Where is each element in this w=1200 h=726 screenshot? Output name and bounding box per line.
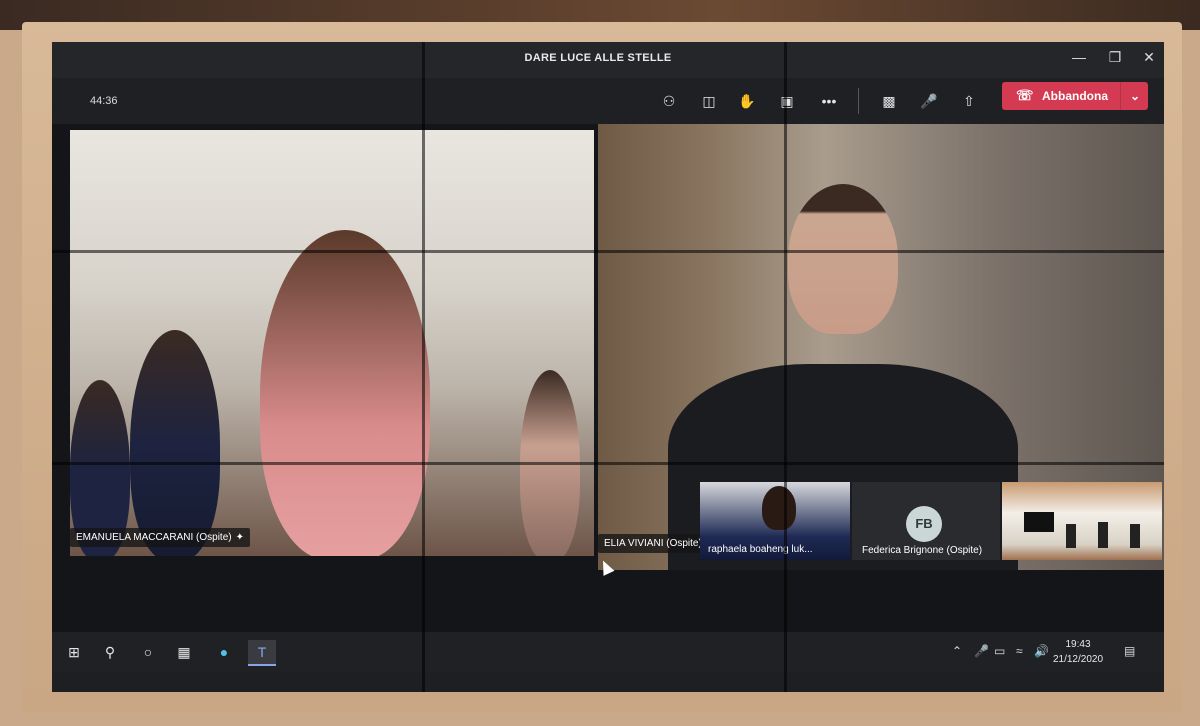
clock-date: 21/12/2020 <box>1052 654 1104 665</box>
window-title: DARE LUCE ALLE STELLE <box>524 52 672 64</box>
video-tile-maccarani[interactable]: EMANUELA MACCARANI (Ospite) ✦ <box>70 130 594 556</box>
participant-face <box>762 486 796 530</box>
tray-microphone-icon[interactable]: 🎤 <box>974 644 989 658</box>
video-wall-seam <box>52 250 1164 253</box>
search-icon[interactable]: ⚲ <box>96 640 124 664</box>
title-bar: DARE LUCE ALLE STELLE — ❐ ✕ <box>52 42 1164 78</box>
phone-hangup-icon: ☏ <box>1016 87 1034 103</box>
toolbar-divider <box>858 88 859 114</box>
raise-hand-icon[interactable]: ✋ <box>734 89 760 113</box>
video-wall-seam <box>422 42 425 692</box>
task-view-icon[interactable]: ▦ <box>170 640 198 664</box>
participant-name-tag: raphaela boaheng luk... <box>704 542 817 557</box>
teams-window: DARE LUCE ALLE STELLE — ❐ ✕ 44:36 ⚇ ◫ ✋ … <box>52 42 1164 692</box>
mini-tile-boaheng[interactable]: raphaela boaheng luk... <box>700 482 850 560</box>
background-figure <box>130 330 220 556</box>
participants-icon[interactable]: ⚇ <box>656 89 682 113</box>
taskbar-clock[interactable]: 19:43 21/12/2020 <box>1048 637 1108 667</box>
person-shape <box>1066 524 1076 548</box>
video-wall-seam <box>784 42 787 692</box>
leave-button-label: Abbandona <box>1042 89 1108 103</box>
participant-name-tag: Federica Brignone (Ospite) <box>858 544 986 557</box>
speaker-figure <box>260 230 430 556</box>
avatar: FB <box>906 506 942 542</box>
leave-button[interactable]: ☏ Abbandona ⌄ <box>1002 82 1148 110</box>
meeting-toolbar: 44:36 ⚇ ◫ ✋ ▣ ••• ▩ 🎤 ⇧ <box>52 78 1164 124</box>
windows-start-icon[interactable]: ⊞ <box>60 640 88 664</box>
call-timer: 44:36 <box>90 95 118 107</box>
mini-tile-room[interactable] <box>1002 482 1162 560</box>
speaker-face <box>788 184 898 334</box>
wifi-icon[interactable]: ≈ <box>1016 644 1023 658</box>
restore-icon[interactable]: ❐ <box>1100 46 1130 68</box>
pin-icon: ✦ <box>235 532 244 543</box>
windows-taskbar: ⊞ ⚲ ○ ▦ ● T ⌃ 🎤 ▭ ≈ 🔊 19:43 21/12/2020 ▤ <box>52 632 1164 672</box>
teams-app-icon[interactable]: T <box>248 640 276 666</box>
participant-name: ELIA VIVIANI (Ospite) <box>604 538 702 549</box>
camera-icon[interactable]: ▩ <box>876 89 902 113</box>
participant-name: Federica Brignone (Ospite) <box>862 545 983 556</box>
clock-time: 19:43 <box>1065 639 1091 650</box>
chevron-down-icon[interactable]: ⌄ <box>1120 82 1149 110</box>
participant-name: EMANUELA MACCARANI (Ospite) <box>76 532 232 543</box>
more-icon[interactable]: ••• <box>816 89 842 113</box>
share-screen-icon[interactable]: ⇧ <box>956 89 982 113</box>
edge-browser-icon[interactable]: ● <box>210 640 238 664</box>
mini-tile-brignone[interactable]: FB Federica Brignone (Ospite) <box>852 482 1000 560</box>
cortana-icon[interactable]: ○ <box>134 640 162 664</box>
minimize-icon[interactable]: — <box>1064 46 1094 68</box>
close-icon[interactable]: ✕ <box>1134 46 1164 68</box>
participant-name: raphaela boaheng luk... <box>708 544 813 555</box>
microphone-icon[interactable]: 🎤 <box>916 89 942 113</box>
person-shape <box>1098 522 1108 548</box>
participant-name-tag: EMANUELA MACCARANI (Ospite) ✦ <box>70 528 250 547</box>
volume-icon[interactable]: 🔊 <box>1034 644 1049 658</box>
battery-icon[interactable]: ▭ <box>994 644 1005 658</box>
video-wall-seam <box>52 462 1164 465</box>
person-shape <box>1130 524 1140 548</box>
tray-chevron-icon[interactable]: ⌃ <box>952 644 962 658</box>
chat-icon[interactable]: ◫ <box>696 89 722 113</box>
rooms-icon[interactable]: ▣ <box>774 89 800 113</box>
piano-shape <box>1024 512 1054 532</box>
notification-icon[interactable]: ▤ <box>1124 644 1135 658</box>
